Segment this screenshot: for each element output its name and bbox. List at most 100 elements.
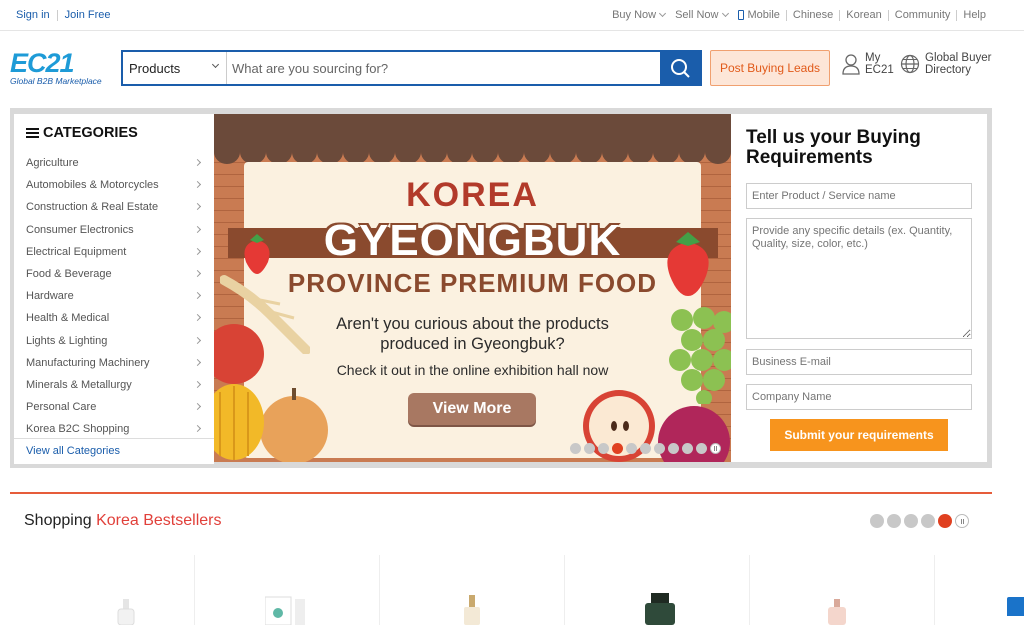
bestsellers-prefix: Shopping [24,512,92,529]
bestsellers-carousel-dots [870,514,969,528]
chevron-right-icon [193,247,202,255]
category-item[interactable]: Minerals & Metallurgy [14,374,214,396]
category-label: Consumer Electronics [26,223,134,236]
carousel-dot[interactable] [598,443,609,454]
banner-question-line2: produced in Gyeongbuk? [380,335,565,353]
product-image [828,599,846,625]
category-label: Electrical Equipment [26,245,127,258]
chevron-right-icon [193,269,202,277]
category-item[interactable]: Personal Care [14,396,214,418]
auth-links: Sign in Join Free [16,9,111,21]
top-bar: Sign in Join Free Buy Now Sell Now Mobil… [0,0,1024,31]
mobile-link[interactable]: Mobile [737,9,780,21]
banner-check-text: Check it out in the online exhibition ha… [336,362,609,378]
banner-question: Aren't you curious about the products pr… [214,314,731,354]
carousel-dot[interactable] [626,443,637,454]
category-item[interactable]: Agriculture [14,152,214,174]
chinese-link[interactable]: Chinese [793,9,833,21]
category-item[interactable]: Manufacturing Machinery [14,352,214,374]
category-item[interactable]: Health & Medical [14,307,214,329]
search-input[interactable] [227,52,660,84]
top-nav: Buy Now Sell Now Mobile Chinese Korean C… [612,9,986,21]
category-label: Construction & Real Estate [26,201,159,214]
company-name-input[interactable] [746,384,972,410]
view-all-categories-link[interactable]: View all Categories [14,438,214,464]
divider [56,9,58,21]
post-buying-leads-button[interactable]: Post Buying Leads [710,50,830,86]
sign-in-link[interactable]: Sign in [16,9,50,21]
carousel-dot-active[interactable] [612,443,623,454]
product-card[interactable] [195,555,380,625]
category-item[interactable]: Hardware [14,285,214,307]
help-link[interactable]: Help [963,9,986,21]
banner-question-line1: Aren't you curious about the products [336,315,609,333]
categories-heading: CATEGORIES [14,114,214,152]
carousel-dot[interactable] [904,514,918,528]
business-email-input[interactable] [746,349,972,375]
carousel-dot[interactable] [654,443,665,454]
divider [839,9,841,21]
banner-korea-text: KOREA [406,176,539,214]
buy-now-menu[interactable]: Buy Now [612,9,667,21]
carousel-dot[interactable] [870,514,884,528]
category-label: Automobiles & Motorcycles [26,179,159,192]
category-item[interactable]: Automobiles & Motorcycles [14,174,214,196]
logo-tagline: Global B2B Marketplace [10,76,102,86]
category-label: Hardware [26,290,74,303]
chevron-right-icon [193,225,202,233]
carousel-dot[interactable] [682,443,693,454]
category-label: Manufacturing Machinery [26,356,150,369]
pause-icon[interactable] [955,514,969,528]
ec21-logo[interactable]: EC21 Global B2B Marketplace [10,49,110,93]
buying-title-line2: Requirements [746,147,873,168]
carousel-dot[interactable] [584,443,595,454]
product-image [265,596,305,625]
divider [887,9,889,21]
chevron-right-icon [193,203,202,211]
globe-icon [900,54,920,74]
pause-icon[interactable] [710,443,721,454]
list-icon [26,128,39,138]
details-textarea[interactable] [746,218,972,339]
korean-link[interactable]: Korean [846,9,881,21]
submit-requirements-button[interactable]: Submit your requirements [770,419,948,451]
product-card[interactable] [750,555,935,625]
community-link[interactable]: Community [895,9,951,21]
product-name-input[interactable] [746,183,972,209]
carousel-dot[interactable] [640,443,651,454]
carousel-dot[interactable] [921,514,935,528]
product-card[interactable] [10,555,195,625]
chevron-right-icon [193,314,202,322]
search-icon [671,59,690,78]
category-item[interactable]: Consumer Electronics [14,219,214,241]
search-category-select[interactable]: Products [123,52,227,84]
carousel-dot-active[interactable] [938,514,952,528]
carousel-dot[interactable] [696,443,707,454]
sell-now-menu[interactable]: Sell Now [675,9,729,21]
carousel-dot[interactable] [887,514,901,528]
carousel-dot[interactable] [668,443,679,454]
category-label: Health & Medical [26,312,110,325]
search-button[interactable] [660,52,700,84]
my-ec21-link[interactable]: My EC21 [842,52,894,76]
mobile-label: Mobile [747,9,780,21]
product-card[interactable] [380,555,565,625]
header: EC21 Global B2B Marketplace Products Pos… [0,32,1024,104]
banner-province-text: PROVINCE PREMIUM FOOD [287,268,658,298]
category-item[interactable]: Food & Beverage [14,263,214,285]
promo-banner[interactable]: KOREA GYEONGBUK PROVINCE PREMIUM FOOD Ar… [214,114,731,462]
my-ec21-line1: My [865,52,881,64]
categories-title: CATEGORIES [43,125,138,141]
global-buyer-directory-link[interactable]: Global Buyer Directory [900,52,991,76]
chevron-right-icon [193,380,202,388]
product-card[interactable] [565,555,750,625]
carousel-dot[interactable] [570,443,581,454]
category-item[interactable]: Electrical Equipment [14,241,214,263]
category-item[interactable]: Construction & Real Estate [14,196,214,218]
chat-widget-button[interactable] [1007,597,1024,616]
join-free-link[interactable]: Join Free [65,9,111,21]
melon-illustration [214,384,264,460]
category-label: Personal Care [26,401,97,414]
view-more-button[interactable]: View More [408,393,536,425]
category-item[interactable]: Lights & Lighting [14,330,214,352]
